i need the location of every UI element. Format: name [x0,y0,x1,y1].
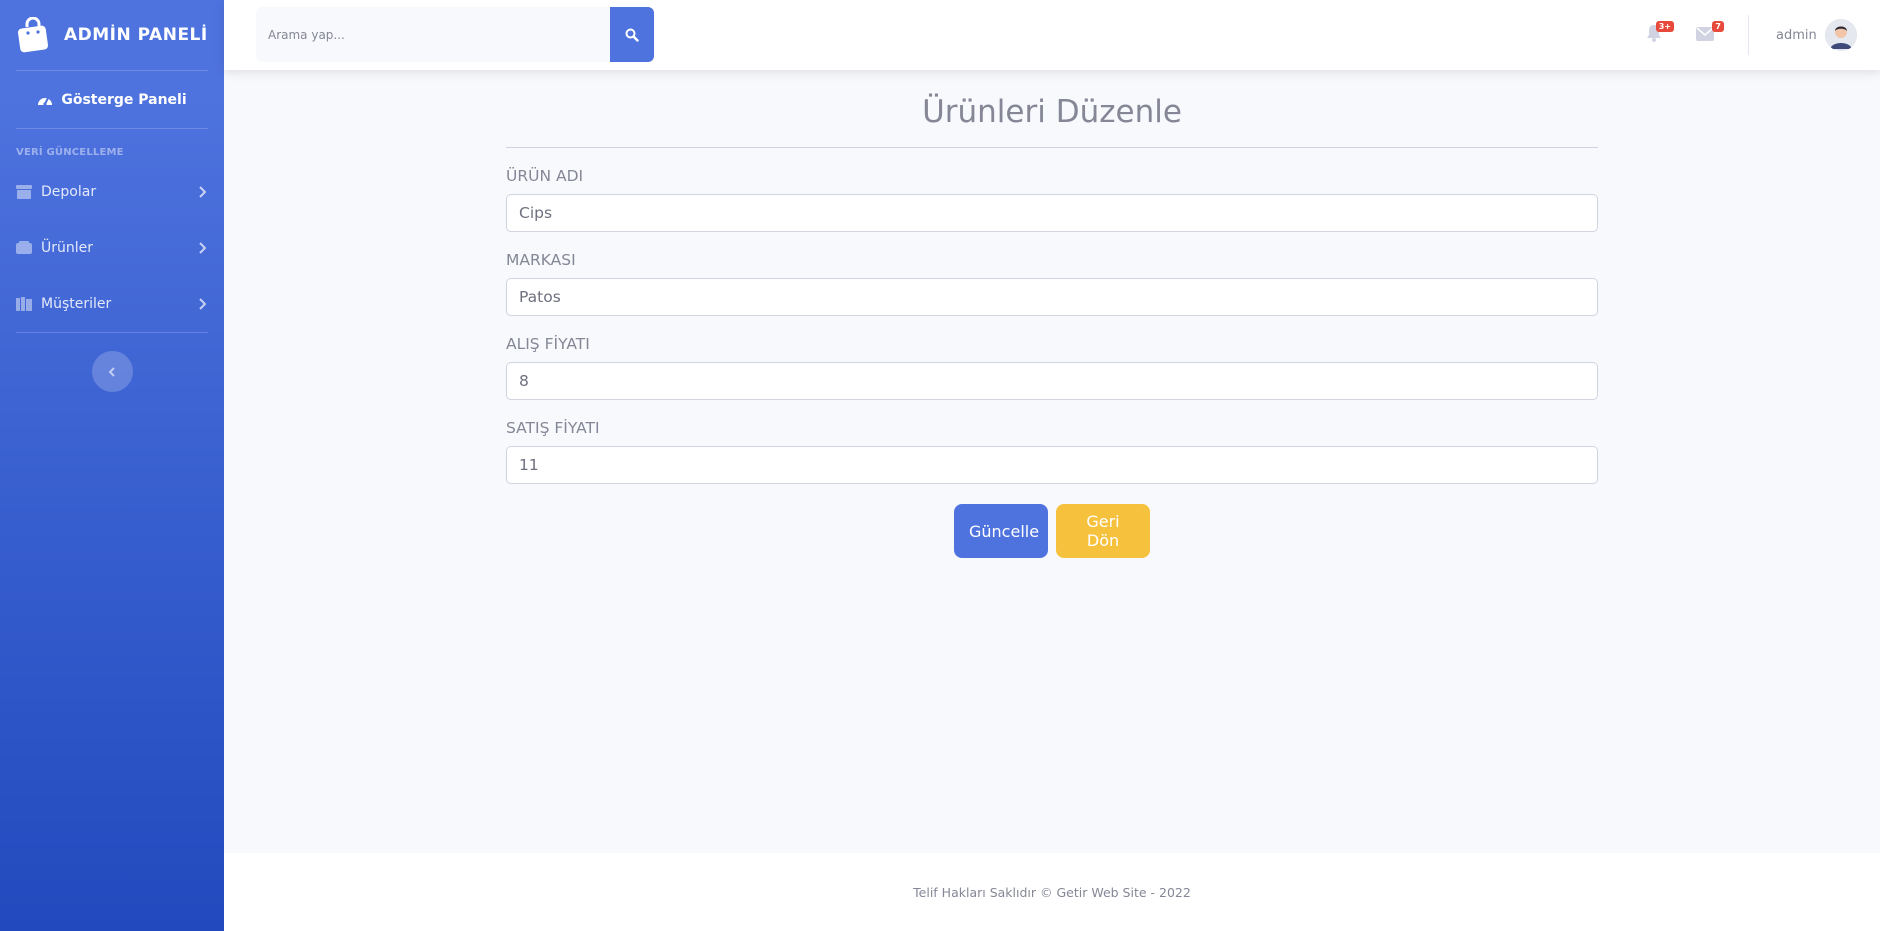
chevron-left-icon [108,366,115,377]
copyright-text: Telif Hakları Saklıdır © Getir Web Site … [913,884,1191,900]
chevron-right-icon [199,298,206,310]
warehouse-icon [16,185,32,199]
messages-button[interactable]: 7 [1696,21,1724,44]
shopping-bag-icon [17,17,49,53]
alerts-badge: 3+ [1655,21,1674,32]
user-avatar-icon [1824,19,1857,51]
sale-price-label: SATIŞ FİYATI [506,419,600,437]
sidebar-divider [16,332,208,333]
search-bar [256,7,654,62]
address-book-icon [16,297,32,311]
brand-field[interactable] [506,278,1598,316]
sidebar-brand[interactable]: ADMİN PANELİ [0,0,224,70]
product-name-label: ÜRÜN ADI [506,167,584,185]
tachometer-icon [38,97,53,106]
sale-price-field[interactable] [506,446,1598,484]
back-button[interactable]: Geri Dön [1056,504,1150,558]
footer: Telif Hakları Saklıdır © Getir Web Site … [224,853,1880,931]
alerts-button[interactable]: 3+ [1646,21,1674,44]
box-icon [16,241,32,254]
sidebar: ADMİN PANELİ Gösterge Paneli VERİ GÜNCEL… [0,0,224,931]
topbar-divider [1748,15,1749,55]
sidebar-item-label: Ürünler [41,240,94,256]
search-icon [625,28,639,42]
sidebar-item-depolar[interactable]: Depolar [0,164,224,220]
user-name: admin [1776,27,1817,43]
product-name-field[interactable] [506,194,1598,232]
purchase-price-label: ALIŞ FİYATI [506,335,590,353]
sidebar-item-label: Gösterge Paneli [61,91,187,108]
user-dropdown[interactable]: admin [1776,18,1857,52]
edit-product-form: Ürünleri Düzenle ÜRÜN ADI MARKASI ALIŞ F… [506,70,1598,558]
topbar: 3+ 7 admin [224,0,1880,70]
sidebar-item-label: Depolar [41,184,97,200]
page-title: Ürünleri Düzenle [922,94,1182,130]
brand-title: ADMİN PANELİ [64,25,208,45]
update-button[interactable]: Güncelle [954,504,1048,558]
chevron-right-icon [199,242,206,254]
chevron-right-icon [199,186,206,198]
envelope-icon [1696,27,1714,41]
sidebar-heading: VERİ GÜNCELLEME [16,147,124,158]
title-divider [506,147,1598,148]
form-actions: Güncelle Geri Dön [506,504,1598,558]
sidebar-item-dashboard[interactable]: Gösterge Paneli [0,71,224,128]
sidebar-item-urunler[interactable]: Ürünler [0,220,224,276]
sidebar-toggle-button[interactable] [91,351,133,392]
messages-badge: 7 [1712,21,1724,32]
sidebar-item-musteriler[interactable]: Müşteriler [0,276,224,332]
search-input[interactable] [256,7,610,62]
sidebar-item-label: Müşteriler [41,296,112,312]
purchase-price-field[interactable] [506,362,1598,400]
search-button[interactable] [610,7,654,62]
brand-label: MARKASI [506,251,576,269]
avatar [1824,19,1857,51]
